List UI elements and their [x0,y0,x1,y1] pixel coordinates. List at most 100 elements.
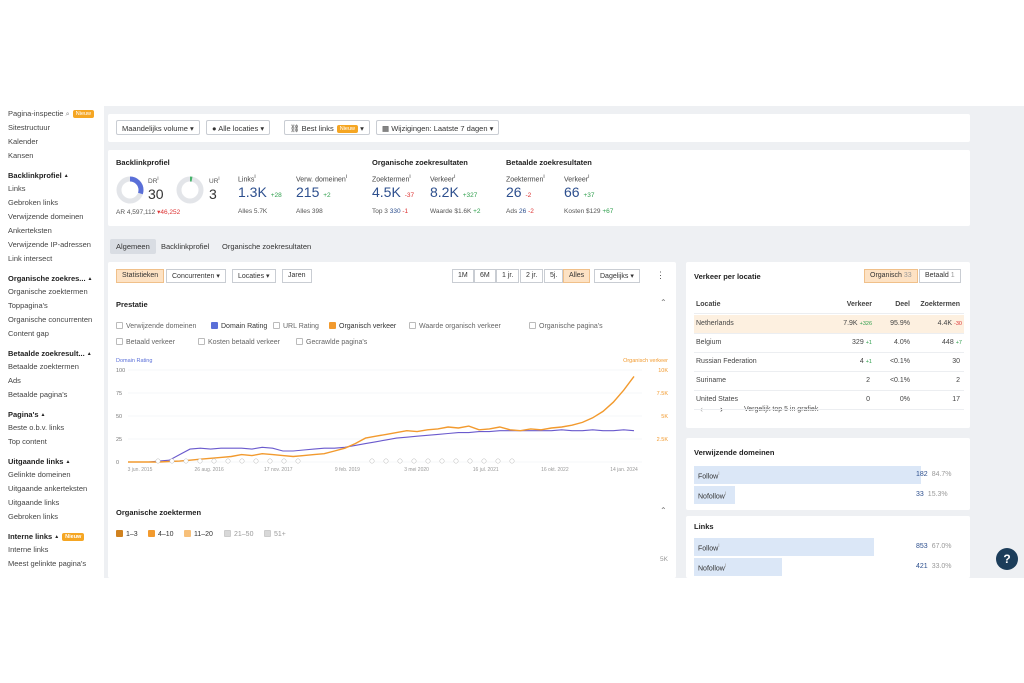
tab-backlink-profile[interactable]: Backlinkprofiel [155,239,215,254]
keyword-bucket-2[interactable]: 11–20 [184,530,213,538]
sidebar-item-6[interactable]: Gebroken links [8,198,58,207]
range-1m[interactable]: 1M [452,269,474,283]
metric-checkbox-4[interactable]: Waarde organisch verkeer [409,322,501,330]
location-row[interactable]: Belgium 329 +1 4.0% 448 +7 [694,334,964,353]
organic-toggle[interactable]: Organisch 33 [864,269,918,283]
metric-checkbox-1[interactable]: Kosten betaald verkeer [198,338,280,346]
sidebar-item-26[interactable]: Uitgaande links [8,498,59,507]
sidebar-section-20[interactable]: Pagina's ▲ [8,410,46,419]
bar-row-label[interactable]: Followi [698,471,720,480]
bar-row-value[interactable]: 33 15.3% [916,491,948,498]
location-share: <0.1% [889,377,910,384]
locations-dropdown[interactable]: ● Alle locaties ▾ [206,120,271,135]
org-traffic-value[interactable]: 8.2K +327 [430,184,477,200]
sidebar-section-11[interactable]: Organische zoekres... ▲ [8,274,93,283]
collapse-icon[interactable]: ⌃ [660,298,667,307]
location-row[interactable]: United States 0 0% 17 [694,391,964,410]
range-5y[interactable]: 5j. [544,269,564,283]
links-dropdown[interactable]: ⛓ Best links Nieuw ▾ [284,120,370,135]
column-header[interactable]: Verkeer [847,301,872,308]
sidebar-item-15[interactable]: Content gap [8,329,49,338]
org-keywords-value[interactable]: 4.5K -37 [372,184,414,200]
metric-checkbox-0[interactable]: Verwijzende domeinen [116,322,196,330]
location-row[interactable]: Russian Federation 4 +1 <0.1% 30 [694,353,964,372]
metric-checkbox-1[interactable]: Domain Rating [211,322,267,330]
bar-row-label[interactable]: Followi [698,543,720,552]
sidebar-item-29[interactable]: Interne links [8,545,48,554]
tab-organic-results[interactable]: Organische zoekresultaten [216,239,317,254]
volume-dropdown[interactable]: Maandelijks volume ▾ [116,120,200,135]
metric-checkbox-2[interactable]: URL Rating [273,322,319,330]
column-header[interactable]: Zoektermen [920,301,960,308]
bar-row-label[interactable]: Nofollowi [698,491,726,500]
bar-row-value[interactable]: 182 84.7% [916,471,952,478]
sidebar-section-16[interactable]: Betaalde zoekresult... ▲ [8,349,92,358]
column-header[interactable]: Deel [895,301,910,308]
annotation-marker [169,458,175,464]
competitors-dropdown[interactable]: Concurrenten ▾ [166,269,226,283]
range-all[interactable]: Alles [563,269,591,283]
left-tick-label: 25 [116,437,122,443]
statistics-toggle[interactable]: Statistieken [116,269,165,283]
sidebar-item-14[interactable]: Organische concurrenten [8,315,92,324]
sidebar-item-27[interactable]: Gebroken links [8,512,58,521]
sidebar-item-25[interactable]: Uitgaande ankerteksten [8,484,87,493]
metric-checkbox-3[interactable]: Organisch verkeer [329,322,396,330]
sidebar-item-17[interactable]: Betaalde zoektermen [8,362,79,371]
paid-keywords-value[interactable]: 26 -2 [506,184,531,200]
help-button[interactable]: ? [996,548,1018,570]
bar-row-value[interactable]: 853 67.0% [916,543,952,550]
changes-dropdown[interactable]: ▦ Wijzigingen: Laatste 7 dagen ▾ [376,120,500,135]
locations-chart-dropdown[interactable]: Locaties ▾ [232,269,276,283]
domains-value[interactable]: 215 +2 [296,184,331,200]
sidebar-item-12[interactable]: Organische zoektermen [8,287,88,296]
sidebar-item-18[interactable]: Ads [8,376,21,385]
keyword-bucket-3[interactable]: 21–50 [224,530,253,538]
years-toggle[interactable]: Jaren [282,269,312,283]
paid-traffic-value[interactable]: 66 +37 [564,184,595,200]
sidebar-item-13[interactable]: Toppagina's [8,301,48,310]
sidebar-item-7[interactable]: Verwijzende domeinen [8,212,83,221]
tab-general[interactable]: Algemeen [110,239,156,254]
annotation-marker [397,458,403,464]
range-2y[interactable]: 2 jr. [520,269,544,283]
range-6m[interactable]: 6M [474,269,496,283]
performance-chart[interactable]: Domain Rating Organisch verkeer 100 10K 75 7.… [108,354,676,484]
metrics-card: Backlinkprofiel DRi 30 URi 3 AR 4,597,11… [108,150,970,226]
location-row[interactable]: Suriname 2 <0.1% 2 [694,372,964,391]
sidebar-item-1[interactable]: Sitestructuur [8,123,50,132]
location-row[interactable]: Netherlands 7.9K +326 95.9% 4.4K -30 [694,315,964,334]
more-options-icon[interactable]: ⋮ [656,270,665,281]
keyword-bucket-4[interactable]: 51+ [264,530,286,538]
bar-row-label[interactable]: Nofollowi [698,563,726,572]
sidebar-item-30[interactable]: Meest gelinkte pagina's [8,559,86,568]
sidebar-item-8[interactable]: Ankerteksten [8,226,52,235]
keyword-bucket-1[interactable]: 4–10 [148,530,174,538]
sidebar-section-28[interactable]: Interne links ▲ Nieuw [8,532,85,541]
keyword-bucket-0[interactable]: 1–3 [116,530,138,538]
paid-toggle[interactable]: Betaald 1 [919,269,961,283]
sidebar-item-10[interactable]: Link intersect [8,254,52,263]
sidebar-item-5[interactable]: Links [8,184,26,193]
paid-cost: Kosten $129 +67 [564,208,614,215]
sidebar-item-19[interactable]: Betaalde pagina's [8,390,67,399]
sidebar-item-0[interactable]: Pagina-inspectie ⌕ Nieuw [8,109,95,119]
location-share: 95.9% [890,320,910,327]
sidebar-item-9[interactable]: Verwijzende IP-adressen [8,240,91,249]
interval-dropdown[interactable]: Dagelijks ▾ [594,269,640,283]
links-value[interactable]: 1.3K +28 [238,184,282,200]
sidebar-item-22[interactable]: Top content [8,437,47,446]
collapse-keywords-icon[interactable]: ⌃ [660,506,667,515]
sidebar-item-21[interactable]: Beste o.b.v. links [8,423,64,432]
metric-checkbox-0[interactable]: Betaald verkeer [116,338,175,346]
range-1y[interactable]: 1 jr. [496,269,520,283]
sidebar-item-2[interactable]: Kalender [8,137,38,146]
sidebar-item-24[interactable]: Gelinkte domeinen [8,470,71,479]
metric-checkbox-5[interactable]: Organische pagina's [529,322,603,330]
metric-checkbox-2[interactable]: Gecrawlde pagina's [296,338,367,346]
column-header[interactable]: Locatie [696,301,721,308]
sidebar-item-3[interactable]: Kansen [8,151,33,160]
bar-row-value[interactable]: 421 33.0% [916,563,952,570]
sidebar-section-4[interactable]: Backlinkprofiel ▲ [8,171,69,180]
sidebar-section-23[interactable]: Uitgaande links ▲ [8,457,70,466]
